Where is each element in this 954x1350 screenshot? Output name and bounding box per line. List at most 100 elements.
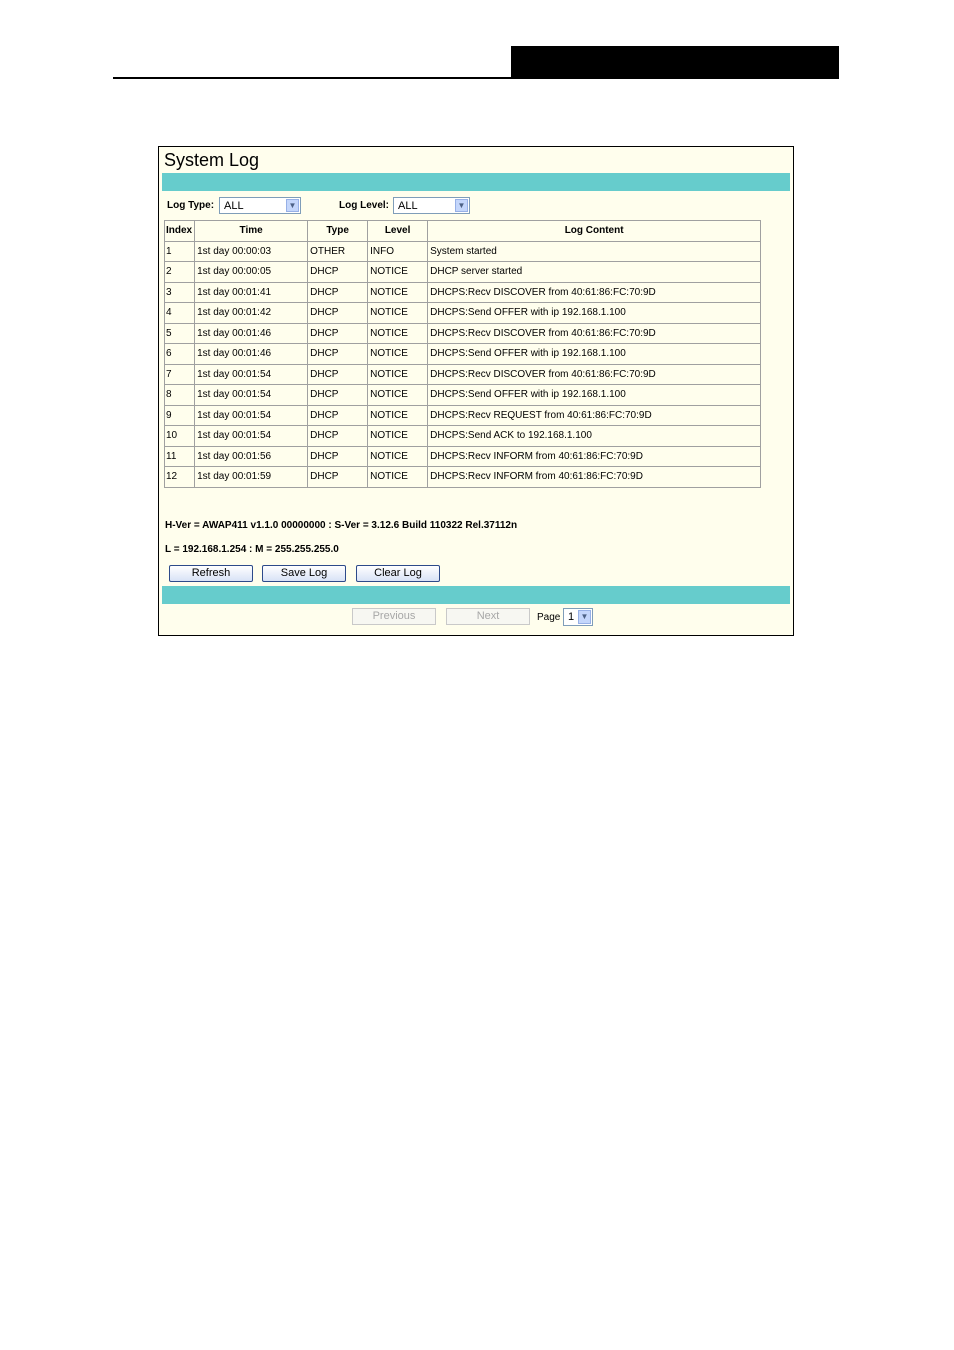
content-cell: DHCPS:Recv INFORM from 40:61:86:FC:70:9D	[427, 466, 762, 488]
time-cell: 1st day 00:01:42	[194, 302, 309, 324]
column-header-content: Log Content	[427, 220, 762, 242]
time-cell: 1st day 00:01:46	[194, 343, 309, 365]
chevron-down-icon[interactable]: ▼	[578, 610, 591, 624]
system-log-panel: System Log Log Type: ALL ▼ Log Level: AL…	[158, 146, 794, 636]
type-cell: DHCP	[307, 445, 369, 467]
type-cell: DHCP	[307, 261, 369, 283]
log-table: Index Time Type Level Log Content 1 1st d…	[163, 220, 762, 488]
level-cell: NOTICE	[367, 363, 429, 385]
page-select-value: 1	[568, 611, 575, 623]
table-row: 3 1st day 00:01:41 DHCP NOTICE DHCPS:Recv DI…	[163, 281, 762, 303]
time-cell: 1st day 00:01:59	[194, 466, 309, 488]
level-cell: NOTICE	[367, 322, 429, 344]
chevron-down-icon[interactable]: ▼	[286, 199, 299, 212]
type-cell: DHCP	[307, 281, 369, 303]
header-black-block	[511, 46, 839, 79]
time-cell: 1st day 00:00:05	[194, 261, 309, 283]
content-cell: DHCPS:Recv DISCOVER from 40:61:86:FC:70:…	[427, 322, 762, 344]
previous-button[interactable]: Previous	[352, 608, 436, 625]
level-cell: NOTICE	[367, 302, 429, 324]
table-row: 12 1st day 00:01:59 DHCP NOTICE DHCPS:Recv I…	[163, 466, 762, 488]
content-cell: DHCPS:Recv INFORM from 40:61:86:FC:70:9D	[427, 445, 762, 467]
level-cell: NOTICE	[367, 281, 429, 303]
table-row: 5 1st day 00:01:46 DHCP NOTICE DHCPS:Recv DI…	[163, 322, 762, 344]
index-cell: 9	[163, 404, 196, 426]
index-cell: 4	[163, 302, 196, 324]
time-cell: 1st day 00:01:54	[194, 363, 309, 385]
column-header-time: Time	[194, 220, 309, 242]
time-cell: 1st day 00:01:46	[194, 322, 309, 344]
index-cell: 5	[163, 322, 196, 344]
time-cell: 1st day 00:01:41	[194, 281, 309, 303]
table-row: 4 1st day 00:01:42 DHCP NOTICE DHCPS:Send OF…	[163, 302, 762, 324]
table-row: 8 1st day 00:01:54 DHCP NOTICE DHCPS:Send OF…	[163, 384, 762, 406]
content-cell: DHCPS:Send OFFER with ip 192.168.1.100	[427, 302, 762, 324]
level-cell: NOTICE	[367, 261, 429, 283]
table-row: 2 1st day 00:00:05 DHCP NOTICE DHCP server s…	[163, 261, 762, 283]
index-cell: 12	[163, 466, 196, 488]
type-cell: DHCP	[307, 302, 369, 324]
refresh-button[interactable]: Refresh	[169, 565, 253, 582]
log-level-value: ALL	[398, 200, 418, 212]
time-cell: 1st day 00:01:54	[194, 384, 309, 406]
index-cell: 7	[163, 363, 196, 385]
content-cell: DHCPS:Send OFFER with ip 192.168.1.100	[427, 384, 762, 406]
time-cell: 1st day 00:01:54	[194, 425, 309, 447]
log-type-value: ALL	[224, 200, 244, 212]
index-cell: 10	[163, 425, 196, 447]
level-cell: NOTICE	[367, 384, 429, 406]
content-cell: System started	[427, 240, 762, 262]
content-cell: DHCPS:Recv REQUEST from 40:61:86:FC:70:9…	[427, 404, 762, 426]
page-select[interactable]: 1 ▼	[563, 608, 593, 626]
clear-log-button[interactable]: Clear Log	[356, 565, 440, 582]
save-log-button[interactable]: Save Log	[262, 565, 346, 582]
log-table-body: 1 1st day 00:00:03 OTHER INFO System started…	[163, 240, 762, 488]
index-cell: 11	[163, 445, 196, 467]
version-info: H-Ver = AWAP411 v1.1.0 00000000 : S-Ver …	[165, 520, 518, 531]
next-button[interactable]: Next	[446, 608, 530, 625]
log-type-select[interactable]: ALL ▼	[219, 197, 301, 214]
time-cell: 1st day 00:01:56	[194, 445, 309, 467]
content-cell: DHCPS:Send OFFER with ip 192.168.1.100	[427, 343, 762, 365]
table-row: 9 1st day 00:01:54 DHCP NOTICE DHCPS:Recv RE…	[163, 404, 762, 426]
level-cell: NOTICE	[367, 466, 429, 488]
column-header-index: Index	[163, 220, 196, 242]
column-header-level: Level	[367, 220, 429, 242]
log-level-label: Log Level:	[339, 200, 390, 211]
type-cell: DHCP	[307, 322, 369, 344]
level-cell: NOTICE	[367, 445, 429, 467]
level-cell: NOTICE	[367, 343, 429, 365]
type-cell: OTHER	[307, 240, 369, 262]
table-row: 6 1st day 00:01:46 DHCP NOTICE DHCPS:Send OF…	[163, 343, 762, 365]
column-header-type: Type	[307, 220, 369, 242]
level-cell: NOTICE	[367, 404, 429, 426]
type-cell: DHCP	[307, 425, 369, 447]
table-row: 11 1st day 00:01:56 DHCP NOTICE DHCPS:Recv I…	[163, 445, 762, 467]
index-cell: 6	[163, 343, 196, 365]
content-cell: DHCPS:Recv DISCOVER from 40:61:86:FC:70:…	[427, 363, 762, 385]
time-cell: 1st day 00:00:03	[194, 240, 309, 262]
type-cell: DHCP	[307, 384, 369, 406]
type-cell: DHCP	[307, 404, 369, 426]
table-row: 7 1st day 00:01:54 DHCP NOTICE DHCPS:Recv DI…	[163, 363, 762, 385]
index-cell: 8	[163, 384, 196, 406]
page-label: Page	[537, 612, 561, 623]
content-cell: DHCPS:Recv DISCOVER from 40:61:86:FC:70:…	[427, 281, 762, 303]
log-level-select[interactable]: ALL ▼	[393, 197, 470, 214]
chevron-down-icon[interactable]: ▼	[455, 199, 468, 212]
header-rule	[113, 77, 839, 79]
table-header-row: Index Time Type Level Log Content	[163, 220, 762, 242]
footer-band	[162, 586, 790, 604]
type-cell: DHCP	[307, 343, 369, 365]
index-cell: 1	[163, 240, 196, 262]
title-band	[162, 173, 790, 191]
level-cell: INFO	[367, 240, 429, 262]
page-title: System Log	[164, 150, 260, 170]
content-cell: DHCPS:Send ACK to 192.168.1.100	[427, 425, 762, 447]
index-cell: 2	[163, 261, 196, 283]
type-cell: DHCP	[307, 466, 369, 488]
table-row: 10 1st day 00:01:54 DHCP NOTICE DHCPS:Send A…	[163, 425, 762, 447]
content-cell: DHCP server started	[427, 261, 762, 283]
log-type-label: Log Type:	[167, 200, 215, 211]
ip-info: L = 192.168.1.254 : M = 255.255.255.0	[165, 544, 339, 555]
